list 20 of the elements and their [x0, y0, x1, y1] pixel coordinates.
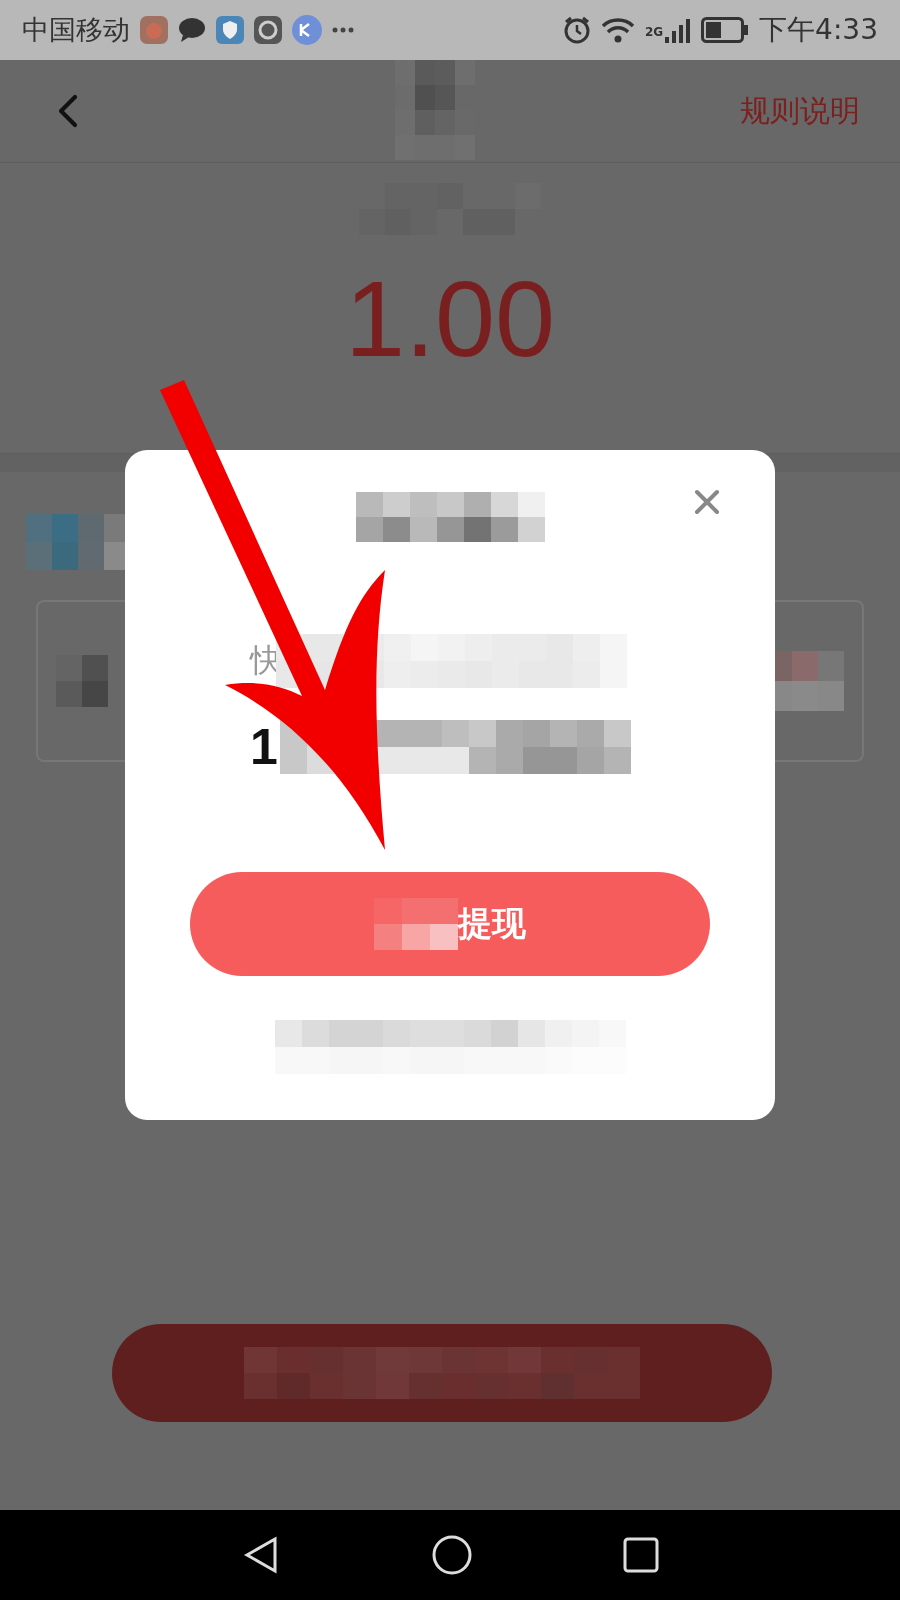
- app-notification-icon: [292, 15, 322, 45]
- battery-icon: [701, 17, 750, 43]
- app-notification-icon: [254, 16, 282, 44]
- clock-time: 下午4:33: [759, 12, 878, 48]
- shield-icon: [216, 16, 244, 44]
- home-nav-icon[interactable]: [431, 1534, 473, 1576]
- rules-link[interactable]: 规则说明: [740, 90, 860, 132]
- recents-nav-icon[interactable]: [623, 1537, 659, 1573]
- wifi-icon: [600, 17, 635, 43]
- number-fragment: 1: [250, 718, 278, 776]
- carrier-name: 中国移动: [22, 13, 130, 47]
- pixelated-text: [56, 655, 108, 707]
- app-notification-icon: [140, 16, 168, 44]
- amount-value: 1.00: [344, 265, 556, 373]
- signal-icon: [665, 17, 692, 43]
- more-icon: [332, 27, 354, 33]
- withdraw-button[interactable]: 提现: [190, 872, 710, 976]
- chat-bubble-icon: [178, 17, 206, 43]
- alarm-icon: [562, 16, 591, 44]
- network-type: 2G: [644, 25, 664, 39]
